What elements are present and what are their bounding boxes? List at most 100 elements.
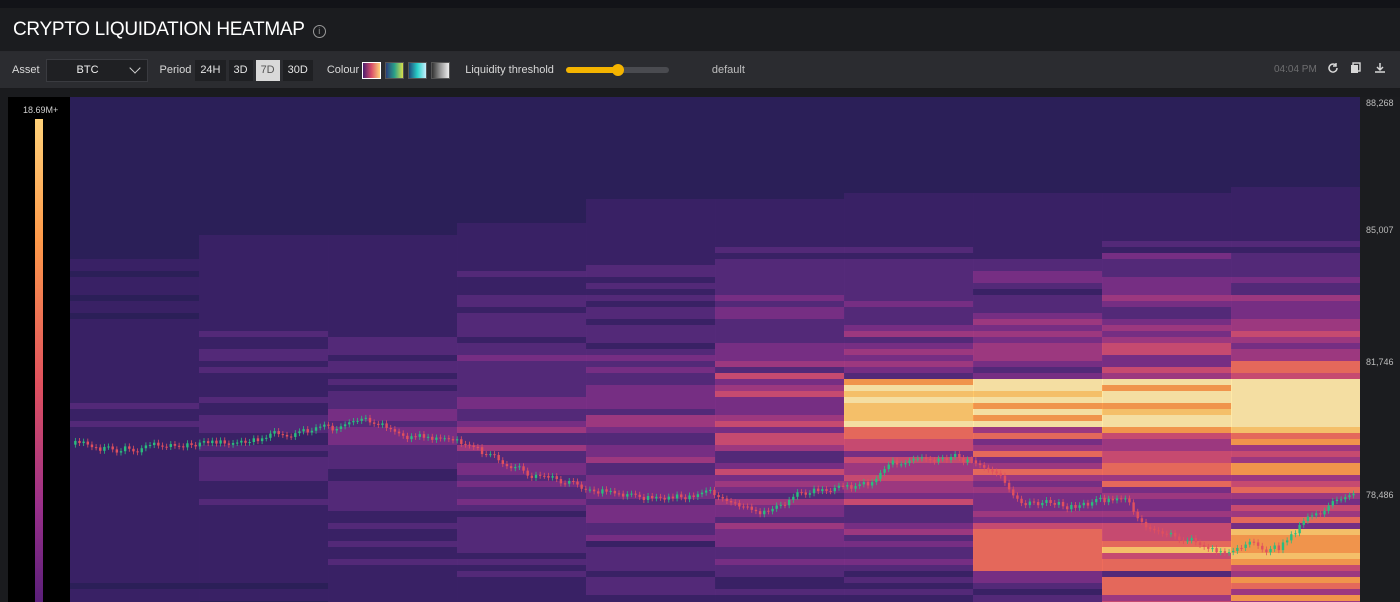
heat-cell <box>973 253 1103 259</box>
heat-cell <box>844 379 974 385</box>
heat-cell <box>199 487 329 493</box>
heat-cell <box>1102 421 1232 427</box>
heat-cell <box>715 463 845 469</box>
heat-cell <box>457 307 587 313</box>
heat-cell <box>199 325 329 331</box>
period-30d-button[interactable]: 30D <box>282 59 313 81</box>
colour-swatch-viridis[interactable] <box>385 61 405 79</box>
heat-cell <box>328 415 458 421</box>
heat-cell <box>844 283 974 289</box>
heat-cell <box>844 223 974 229</box>
heat-cell <box>715 457 845 463</box>
heat-cell <box>586 265 716 271</box>
heat-cell <box>715 577 845 583</box>
heat-cell <box>328 247 458 253</box>
heat-cell <box>199 313 329 319</box>
heat-cell <box>1102 223 1232 229</box>
heat-cell <box>586 403 716 409</box>
heatmap-chart[interactable]: 18.69M+ <box>8 97 1360 602</box>
heat-cell <box>70 451 200 457</box>
heatmap-area[interactable] <box>70 97 1360 602</box>
heat-cell <box>973 259 1103 265</box>
heat-cell <box>844 505 974 511</box>
heat-cell <box>457 331 587 337</box>
heat-cell <box>328 523 458 529</box>
heat-cell <box>1231 193 1360 199</box>
copy-icon[interactable] <box>1348 60 1364 76</box>
heat-cell <box>715 505 845 511</box>
heat-cell <box>973 331 1103 337</box>
heat-cell <box>1231 295 1360 301</box>
heat-cell <box>328 307 458 313</box>
period-24h-button[interactable]: 24H <box>195 59 226 81</box>
heat-cell <box>1231 469 1360 475</box>
liquidity-threshold-slider[interactable] <box>565 64 669 76</box>
heat-cell <box>70 517 200 523</box>
heat-cell <box>586 589 716 595</box>
heat-cell <box>328 463 458 469</box>
colour-swatch-greyscale[interactable] <box>431 61 451 79</box>
heat-cell <box>1231 391 1360 397</box>
heat-cell <box>199 265 329 271</box>
heat-cell <box>844 241 974 247</box>
heat-cell <box>973 319 1103 325</box>
heat-cell <box>586 523 716 529</box>
heat-cell <box>1102 217 1232 223</box>
heat-cell <box>1231 559 1360 565</box>
heat-cell <box>1102 517 1232 523</box>
heat-cell <box>328 337 458 343</box>
heat-cell <box>199 589 329 595</box>
heat-cell <box>1231 487 1360 493</box>
heat-cell <box>457 265 587 271</box>
heat-cell <box>586 457 716 463</box>
heat-cell <box>973 337 1103 343</box>
heat-cell <box>844 247 974 253</box>
heat-cell <box>715 499 845 505</box>
colour-swatch-ocean[interactable] <box>408 61 428 79</box>
heat-cell <box>715 445 845 451</box>
heat-cell <box>328 319 458 325</box>
period-7d-button[interactable]: 7D <box>255 59 280 81</box>
heat-cell <box>586 211 716 217</box>
heat-cell <box>70 487 200 493</box>
asset-select[interactable]: BTC <box>45 58 148 82</box>
heat-cell <box>1102 349 1232 355</box>
heat-cell <box>586 583 716 589</box>
colour-swatch-magma[interactable] <box>362 61 382 79</box>
heat-cell <box>457 409 587 415</box>
heat-cell <box>1102 565 1232 571</box>
heat-cell <box>328 589 458 595</box>
heat-cell <box>586 421 716 427</box>
heat-cell <box>586 259 716 265</box>
heat-cell <box>1102 445 1232 451</box>
heat-cell <box>973 565 1103 571</box>
heat-cell <box>457 439 587 445</box>
heat-cell <box>199 493 329 499</box>
slider-handle[interactable] <box>611 64 624 76</box>
heat-cell <box>199 475 329 481</box>
heat-cell <box>1231 457 1360 463</box>
heat-cell <box>844 331 974 337</box>
heat-cell <box>199 457 329 463</box>
heat-cell <box>844 229 974 235</box>
toolbar: Asset BTC Period 24H 3D 7D 30D Colour Li… <box>0 52 1400 89</box>
download-icon[interactable] <box>1372 60 1388 76</box>
heat-cell <box>586 283 716 289</box>
heat-cell <box>586 499 716 505</box>
heat-cell <box>586 433 716 439</box>
heat-cell <box>715 349 845 355</box>
refresh-icon[interactable] <box>1325 60 1341 76</box>
heat-cell <box>457 499 587 505</box>
heat-cell <box>1102 487 1232 493</box>
info-icon[interactable]: i <box>312 24 326 38</box>
heat-cell <box>586 529 716 535</box>
period-selector: 24H 3D 7D 30D <box>195 59 316 81</box>
heat-cell <box>715 469 845 475</box>
heat-cell <box>1102 301 1232 307</box>
heat-cell <box>199 469 329 475</box>
heat-cell <box>973 229 1103 235</box>
heat-cell <box>1102 583 1232 589</box>
heat-cell <box>457 241 587 247</box>
heat-cell <box>199 241 329 247</box>
period-3d-button[interactable]: 3D <box>228 59 253 81</box>
